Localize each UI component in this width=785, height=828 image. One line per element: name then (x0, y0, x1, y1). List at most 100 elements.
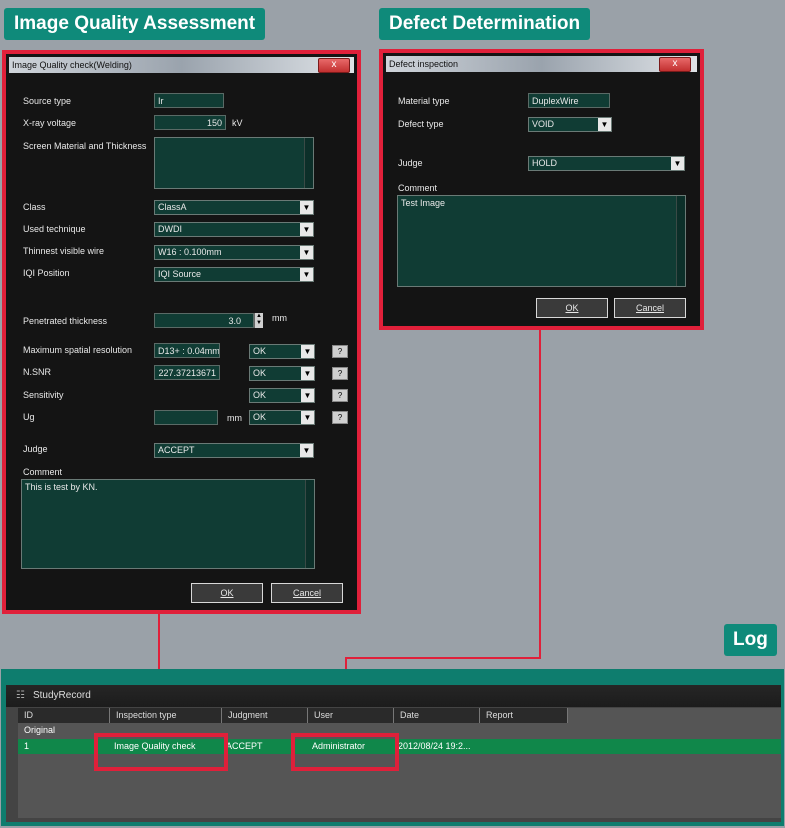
ok-button[interactable]: OK (191, 583, 263, 603)
iqi-position-label: IQI Position (23, 268, 70, 278)
max-resolution-status-select[interactable]: OK ▼ (249, 344, 315, 359)
connector-line (345, 657, 541, 659)
chevron-down-icon[interactable]: ▼ (301, 367, 314, 380)
log-tag: Log (724, 624, 777, 656)
comment-label: Comment (23, 467, 63, 477)
xray-voltage-unit: kV (232, 118, 243, 128)
inspection-type-highlight (94, 733, 228, 771)
study-record-icon: ☷ (16, 690, 25, 701)
comment-text: This is test by KN. (25, 482, 98, 492)
table-header: ID Inspection type Judgment User Date Re… (18, 708, 568, 723)
dialog-title: Defect inspection (389, 59, 459, 69)
chevron-down-icon[interactable]: ▼ (598, 118, 611, 131)
wire-value: W16 : 0.100mm (158, 247, 222, 257)
sensitivity-status: OK (253, 390, 267, 400)
judge-label: Judge (398, 158, 423, 168)
help-button[interactable]: ? (332, 367, 348, 380)
max-resolution-label: Maximum spatial resolution (23, 345, 133, 355)
chevron-down-icon[interactable]: ▼ (300, 444, 313, 457)
study-record-title: StudyRecord (32, 690, 91, 701)
chevron-down-icon[interactable]: ▼ (671, 157, 684, 170)
xray-voltage-label: X-ray voltage (23, 118, 77, 128)
judge-value: HOLD (532, 158, 558, 168)
close-icon[interactable]: x (659, 57, 691, 72)
ug-field[interactable] (154, 410, 218, 425)
column-header-date[interactable]: Date (394, 708, 480, 723)
iqi-position-select[interactable]: IQI Source ▼ (154, 267, 314, 282)
help-button[interactable]: ? (332, 389, 348, 402)
column-header-id[interactable]: ID (18, 708, 110, 723)
scrollbar[interactable] (305, 480, 314, 568)
class-label: Class (23, 202, 46, 212)
comment-textarea[interactable]: Test Image (397, 195, 686, 287)
user-highlight (291, 733, 399, 771)
material-type-label: Material type (398, 96, 450, 106)
image-quality-dialog: Image Quality check(Welding) x Source ty… (9, 57, 354, 607)
sensitivity-label: Sensitivity (23, 390, 64, 400)
judge-value: ACCEPT (158, 445, 195, 455)
study-record-titlebar: ☷ StudyRecord (6, 685, 781, 707)
screen-material-textarea[interactable] (154, 137, 314, 189)
scrollbar[interactable] (304, 138, 313, 188)
ug-status: OK (253, 412, 267, 422)
sensitivity-status-select[interactable]: OK ▼ (249, 388, 315, 403)
penetrated-thickness-label: Penetrated thickness (23, 316, 108, 326)
close-icon[interactable]: x (318, 58, 350, 73)
judge-select[interactable]: ACCEPT ▼ (154, 443, 314, 458)
comment-textarea[interactable]: This is test by KN. (21, 479, 315, 569)
column-header-report[interactable]: Report (480, 708, 568, 723)
defect-dialog-frame: Defect inspection x Material type Duplex… (379, 49, 704, 330)
cancel-button[interactable]: Cancel (614, 298, 686, 318)
image-quality-dialog-frame: Image Quality check(Welding) x Source ty… (2, 50, 361, 614)
penetrated-thickness-field[interactable]: 3.0 (154, 313, 254, 328)
cell-report (480, 739, 568, 754)
dialog-title: Image Quality check(Welding) (12, 60, 132, 70)
nsnr-status-select[interactable]: OK ▼ (249, 366, 315, 381)
cancel-button[interactable]: Cancel (271, 583, 343, 603)
technique-select[interactable]: DWDI ▼ (154, 222, 314, 237)
ug-status-select[interactable]: OK ▼ (249, 410, 315, 425)
help-button[interactable]: ? (332, 411, 348, 424)
source-type-field[interactable]: Ir (154, 93, 224, 108)
class-select[interactable]: ClassA ▼ (154, 200, 314, 215)
column-header-inspection-type[interactable]: Inspection type (110, 708, 222, 723)
chevron-down-icon[interactable]: ▼ (301, 389, 314, 402)
judge-select[interactable]: HOLD ▼ (528, 156, 685, 171)
column-header-user[interactable]: User (308, 708, 394, 723)
nsnr-label: N.SNR (23, 367, 52, 377)
technique-value: DWDI (158, 224, 182, 234)
defect-type-label: Defect type (398, 119, 444, 129)
nsnr-field[interactable]: 227.37213671 (154, 365, 220, 380)
dialog-title-bar: Image Quality check(Welding) (9, 57, 354, 73)
wire-select[interactable]: W16 : 0.100mm ▼ (154, 245, 314, 260)
chevron-down-icon[interactable]: ▼ (301, 345, 314, 358)
max-resolution-status: OK (253, 346, 267, 356)
judge-label: Judge (23, 444, 48, 454)
dialog-title-bar: Defect inspection (386, 56, 697, 72)
wire-label: Thinnest visible wire (23, 246, 105, 256)
spinner-arrows-icon[interactable]: ▲ ▼ (254, 313, 263, 328)
penetrated-thickness-unit: mm (272, 313, 287, 323)
chevron-down-icon[interactable]: ▼ (300, 223, 313, 236)
ok-button[interactable]: OK (536, 298, 608, 318)
xray-voltage-field[interactable]: 150 (154, 115, 226, 130)
chevron-down-icon[interactable]: ▼ (300, 268, 313, 281)
scrollbar[interactable] (676, 196, 685, 286)
max-resolution-field[interactable]: D13+ : 0.04mm (154, 343, 220, 358)
defect-dialog: Defect inspection x Material type Duplex… (386, 56, 697, 323)
comment-text: Test Image (401, 198, 446, 208)
ug-unit: mm (227, 413, 242, 423)
chevron-down-icon[interactable]: ▼ (300, 246, 313, 259)
defect-determination-tag: Defect Determination (379, 8, 591, 40)
image-quality-assessment-tag: Image Quality Assessment (4, 8, 266, 40)
column-header-judgment[interactable]: Judgment (222, 708, 308, 723)
iqi-position-value: IQI Source (158, 269, 202, 279)
source-type-label: Source type (23, 96, 72, 106)
help-button[interactable]: ? (332, 345, 348, 358)
defect-type-value: VOID (532, 119, 555, 129)
chevron-down-icon[interactable]: ▼ (301, 411, 314, 424)
chevron-down-icon[interactable]: ▼ (300, 201, 313, 214)
material-type-field[interactable]: DuplexWire (528, 93, 610, 108)
screen-material-label: Screen Material and Thickness (23, 141, 147, 151)
defect-type-select[interactable]: VOID ▼ (528, 117, 612, 132)
